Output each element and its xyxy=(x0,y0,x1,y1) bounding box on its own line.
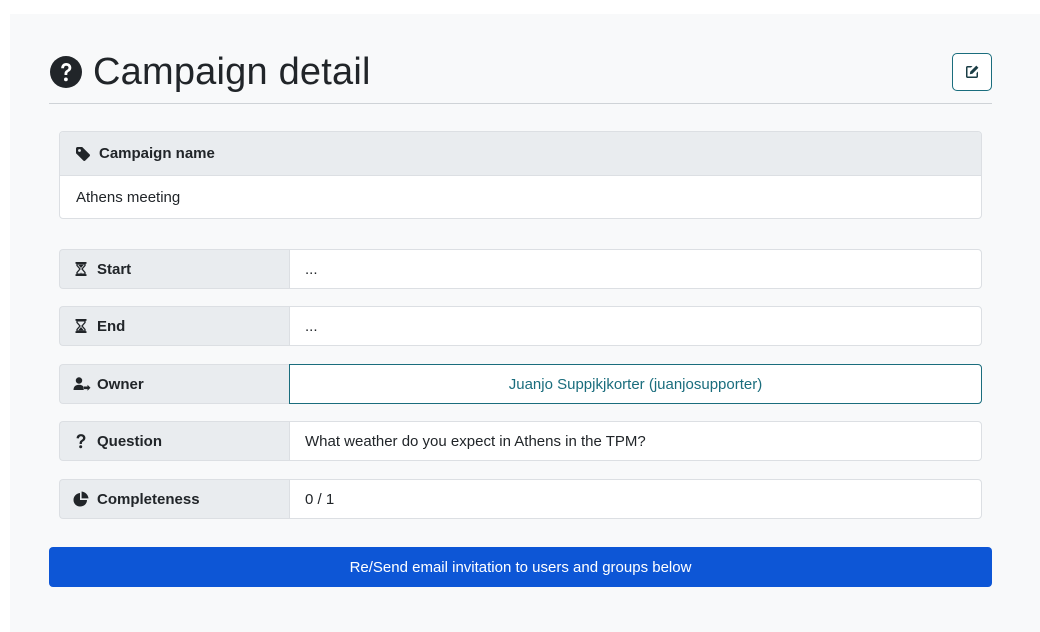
hourglass-start-icon xyxy=(73,261,89,277)
page-header: Campaign detail xyxy=(49,40,992,104)
start-label-cell: Start xyxy=(59,249,289,289)
question-label-cell: Question xyxy=(59,421,289,461)
header-divider xyxy=(49,103,992,104)
pie-chart-icon xyxy=(73,491,89,507)
campaign-name-label: Campaign name xyxy=(99,145,215,162)
edit-icon xyxy=(964,64,980,80)
edit-button[interactable] xyxy=(952,53,992,91)
title-wrap: Campaign detail xyxy=(49,51,371,94)
end-label-cell: End xyxy=(59,306,289,346)
campaign-name-value: Athens meeting xyxy=(76,189,181,206)
question-row: Question What weather do you expect in A… xyxy=(59,421,982,461)
hourglass-end-icon xyxy=(73,318,89,334)
end-value: ... xyxy=(289,306,982,346)
completeness-value: 0 / 1 xyxy=(289,479,982,519)
tag-icon xyxy=(75,146,91,162)
owner-link[interactable]: Juanjo Suppjkjkorter (juanjosupporter) xyxy=(289,364,982,404)
campaign-name-header: Campaign name xyxy=(60,132,981,176)
campaign-name-card: Campaign name Athens meeting xyxy=(59,131,982,219)
start-row: Start ... xyxy=(59,249,982,289)
owner-label: Owner xyxy=(97,375,144,393)
start-label: Start xyxy=(97,260,132,278)
user-arrow-icon xyxy=(73,376,91,392)
start-value: ... xyxy=(289,249,982,289)
question-label: Question xyxy=(97,432,163,450)
question-icon xyxy=(73,433,89,449)
question-circle-icon xyxy=(49,55,83,89)
completeness-row: Completeness 0 / 1 xyxy=(59,479,982,519)
owner-label-cell: Owner xyxy=(59,364,289,404)
end-label: End xyxy=(97,317,126,335)
question-value: What weather do you expect in Athens in … xyxy=(289,421,982,461)
owner-row: Owner Juanjo Suppjkjkorter (juanjosuppor… xyxy=(59,364,982,404)
page-title: Campaign detail xyxy=(93,50,371,93)
resend-invitation-button[interactable]: Re/Send email invitation to users and gr… xyxy=(49,547,992,587)
completeness-label-cell: Completeness xyxy=(59,479,289,519)
end-row: End ... xyxy=(59,306,982,346)
completeness-label: Completeness xyxy=(97,490,200,508)
